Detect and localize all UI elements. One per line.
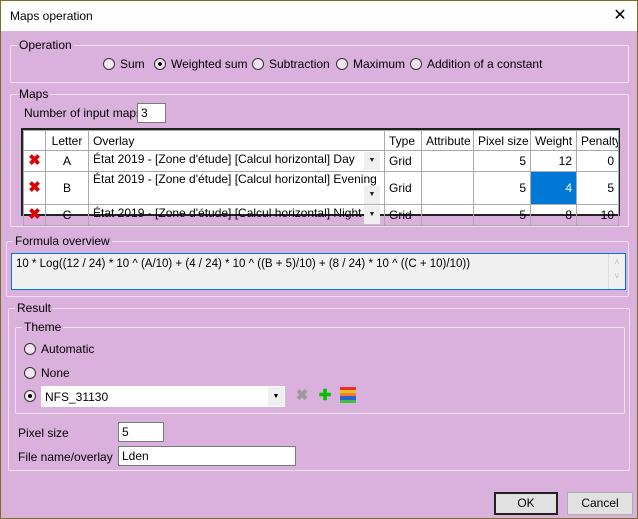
radio-theme-custom[interactable] bbox=[24, 390, 36, 402]
maps-group-label: Maps bbox=[17, 87, 51, 101]
operation-group-label: Operation bbox=[17, 38, 74, 52]
radio-label: None bbox=[41, 366, 70, 380]
column-header-weight: Weight bbox=[530, 130, 577, 151]
radio-circle-icon bbox=[24, 343, 36, 355]
penalty-cell[interactable]: 10 bbox=[576, 204, 619, 226]
radio-addition-constant[interactable]: Addition of a constant bbox=[410, 57, 542, 71]
scroll-up-icon[interactable]: ˄ bbox=[609, 257, 625, 267]
radio-maximum[interactable]: Maximum bbox=[336, 57, 405, 71]
radio-label: Maximum bbox=[353, 57, 406, 71]
radio-subtraction[interactable]: Subtraction bbox=[252, 57, 330, 71]
overlay-value: État 2019 - [Zone d'étude] [Calcul horiz… bbox=[93, 172, 377, 187]
theme-select[interactable]: NFS_31130 ▼ bbox=[41, 386, 285, 407]
formula-text: 10 * Log((12 / 24) * 10 ^ (A/10) + (4 / … bbox=[16, 258, 471, 270]
table-row: ✖ B État 2019 - [Zone d'étude] [Calcul h… bbox=[23, 171, 619, 205]
overlay-value: État 2019 - [Zone d'étude] [Calcul horiz… bbox=[93, 206, 362, 220]
weight-cell[interactable]: 8 bbox=[530, 204, 577, 226]
radio-circle-icon bbox=[336, 58, 348, 70]
column-header-pixel-size: Pixel size bbox=[473, 130, 531, 151]
letter-cell: A bbox=[45, 150, 89, 172]
type-cell: Grid bbox=[384, 204, 422, 226]
pixel-size-label: Pixel size bbox=[18, 426, 69, 440]
column-header-letter: Letter bbox=[45, 130, 89, 151]
delete-icon: ✖ bbox=[28, 179, 41, 196]
dropdown-arrow-icon[interactable]: ▼ bbox=[268, 387, 284, 406]
weight-cell[interactable]: 12 bbox=[530, 150, 577, 172]
pixel-size-field[interactable]: 5 bbox=[118, 422, 164, 442]
letter-cell: C bbox=[45, 204, 89, 226]
letter-cell: B bbox=[45, 171, 89, 205]
dropdown-arrow-icon[interactable]: ▼ bbox=[364, 186, 380, 204]
dropdown-arrow-icon[interactable]: ▼ bbox=[364, 152, 380, 170]
pixel-size-cell[interactable]: 5 bbox=[473, 204, 531, 226]
radio-theme-automatic[interactable]: Automatic bbox=[24, 342, 94, 356]
type-cell: Grid bbox=[384, 171, 422, 205]
attribute-cell[interactable] bbox=[421, 171, 474, 205]
radio-circle-icon bbox=[24, 390, 36, 402]
column-header-delete bbox=[23, 130, 46, 151]
radio-label: Addition of a constant bbox=[427, 57, 543, 71]
radio-sum[interactable]: Sum bbox=[103, 57, 145, 71]
attribute-cell[interactable] bbox=[421, 204, 474, 226]
maps-table: Letter Overlay Type Attribute Pixel size… bbox=[21, 128, 620, 226]
table-row: ✖ C État 2019 - [Zone d'étude] [Calcul h… bbox=[23, 204, 619, 226]
window-title: Maps operation bbox=[10, 9, 93, 23]
ok-button[interactable]: OK bbox=[494, 492, 558, 515]
column-header-penalty: Penalty bbox=[576, 130, 619, 151]
formula-textbox[interactable]: 10 * Log((12 / 24) * 10 ^ (A/10) + (4 / … bbox=[11, 253, 626, 290]
delete-icon: ✖ bbox=[28, 206, 41, 223]
table-header-row: Letter Overlay Type Attribute Pixel size… bbox=[23, 130, 619, 151]
formula-group-label: Formula overview bbox=[13, 234, 112, 248]
table-row: ✖ A État 2019 - [Zone d'étude] [Calcul h… bbox=[23, 150, 619, 172]
delete-row-button[interactable]: ✖ bbox=[23, 150, 46, 172]
radio-label: Weighted sum bbox=[171, 57, 248, 71]
penalty-cell[interactable]: 5 bbox=[576, 171, 619, 205]
theme-select-value: NFS_31130 bbox=[45, 390, 109, 404]
radio-circle-icon bbox=[103, 58, 115, 70]
radio-label: Subtraction bbox=[269, 57, 330, 71]
theme-group-label: Theme bbox=[22, 320, 64, 334]
scroll-down-icon[interactable]: ˅ bbox=[609, 271, 625, 281]
radio-label: Sum bbox=[120, 57, 145, 71]
maps-operation-dialog: Maps operation ✕ Operation Sum Weighted … bbox=[0, 0, 638, 519]
delete-icon: ✖ bbox=[28, 152, 41, 169]
column-header-attribute: Attribute bbox=[421, 130, 474, 151]
radio-circle-icon bbox=[410, 58, 422, 70]
cancel-button[interactable]: Cancel bbox=[567, 492, 633, 515]
num-input-maps-label: Number of input maps bbox=[24, 106, 143, 120]
column-header-type: Type bbox=[384, 130, 422, 151]
radio-weighted-sum[interactable]: Weighted sum bbox=[154, 57, 247, 71]
pixel-size-cell[interactable]: 5 bbox=[473, 150, 531, 172]
title-bar: Maps operation ✕ bbox=[1, 1, 637, 31]
formula-scrollbar[interactable]: ˄ ˅ bbox=[608, 254, 625, 289]
palette-icon[interactable] bbox=[339, 387, 357, 405]
overlay-value: État 2019 - [Zone d'étude] [Calcul horiz… bbox=[93, 152, 355, 166]
dropdown-arrow-icon[interactable]: ▼ bbox=[364, 206, 380, 224]
overlay-dropdown[interactable]: État 2019 - [Zone d'étude] [Calcul horiz… bbox=[88, 171, 385, 205]
pixel-size-cell[interactable]: 5 bbox=[473, 171, 531, 205]
file-name-label: File name/overlay bbox=[18, 450, 113, 464]
type-cell: Grid bbox=[384, 150, 422, 172]
delete-row-button[interactable]: ✖ bbox=[23, 171, 46, 205]
overlay-dropdown[interactable]: État 2019 - [Zone d'étude] [Calcul horiz… bbox=[88, 150, 385, 172]
radio-label: Automatic bbox=[41, 342, 95, 356]
delete-theme-icon[interactable]: ✖ bbox=[293, 387, 311, 405]
radio-theme-none[interactable]: None bbox=[24, 366, 70, 380]
radio-circle-icon bbox=[154, 58, 166, 70]
attribute-cell[interactable] bbox=[421, 150, 474, 172]
delete-row-button[interactable]: ✖ bbox=[23, 204, 46, 226]
column-header-overlay: Overlay bbox=[88, 130, 385, 151]
result-group-label: Result bbox=[15, 301, 54, 315]
radio-circle-icon bbox=[252, 58, 264, 70]
file-name-field[interactable]: Lden bbox=[118, 446, 296, 466]
close-icon[interactable]: ✕ bbox=[609, 5, 631, 27]
add-theme-icon[interactable]: ✚ bbox=[316, 387, 334, 405]
overlay-dropdown[interactable]: État 2019 - [Zone d'étude] [Calcul horiz… bbox=[88, 204, 385, 226]
radio-circle-icon bbox=[24, 367, 36, 379]
weight-cell-selected[interactable]: 4 bbox=[530, 171, 577, 205]
num-input-maps-field[interactable]: 3 bbox=[137, 103, 166, 123]
penalty-cell[interactable]: 0 bbox=[576, 150, 619, 172]
